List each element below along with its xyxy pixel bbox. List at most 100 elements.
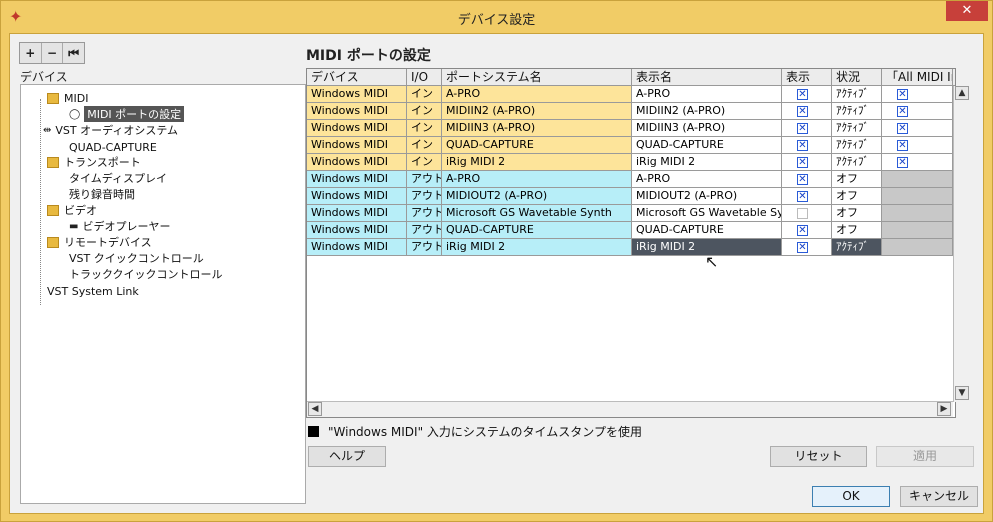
remove-device-button[interactable]: −	[42, 43, 64, 63]
table-row[interactable]: Windows MIDI アウト MIDIOUT2 (A-PRO) MIDIOUT2 …	[307, 188, 955, 205]
cell-show[interactable]: ✕	[782, 86, 832, 103]
cell-display-name[interactable]: iRig MIDI 2	[632, 154, 782, 171]
cell-show[interactable]: ✕	[782, 188, 832, 205]
cell-all-midi-in[interactable]: ✕	[882, 120, 953, 137]
tree-item-label: VST オーディオシステム	[55, 124, 179, 137]
column-show[interactable]: 表示	[782, 69, 832, 86]
cell-show[interactable]: ✕	[782, 120, 832, 137]
tree-item-time-display[interactable]: タイムディスプレイ	[69, 170, 167, 186]
cell-display-name[interactable]: QUAD-CAPTURE	[632, 222, 782, 239]
cell-show[interactable]: ✕	[782, 103, 832, 120]
column-display-name[interactable]: 表示名	[632, 69, 782, 86]
cell-show[interactable]: ✕	[782, 137, 832, 154]
cell-all-midi-in[interactable]	[882, 188, 953, 205]
tree-item-quad-capture[interactable]: QUAD-CAPTURE	[69, 139, 157, 155]
table-row[interactable]: Windows MIDI イン MIDIIN3 (A-PRO) MIDIIN3 (A-…	[307, 120, 955, 137]
checked-box-icon[interactable]: ✕	[797, 242, 808, 253]
checked-box-icon[interactable]: ✕	[797, 174, 808, 185]
cell-display-name[interactable]: MIDIIN2 (A-PRO)	[632, 103, 782, 120]
tree-item-remaining-record-time[interactable]: 残り録音時間	[69, 186, 135, 202]
cell-display-name[interactable]: QUAD-CAPTURE	[632, 137, 782, 154]
table-row[interactable]: Windows MIDI アウト Microsoft GS Wavetable Sy…	[307, 205, 955, 222]
tree-item-remote-devices[interactable]: リモートデバイス	[47, 234, 152, 250]
unchecked-box-icon[interactable]	[797, 208, 808, 219]
apply-button[interactable]: 適用	[876, 446, 974, 467]
column-io[interactable]: I/O	[407, 69, 442, 86]
tree-item-label: MIDI ポートの設定	[84, 106, 185, 122]
cell-display-name[interactable]: Microsoft GS Wavetable Synth	[632, 205, 782, 222]
tree-item-track-quick-controls[interactable]: トラッククイックコントロール	[69, 266, 223, 282]
cell-show[interactable]	[782, 205, 832, 222]
cell-display-name[interactable]: MIDIOUT2 (A-PRO)	[632, 188, 782, 205]
cell-display-name[interactable]: A-PRO	[632, 86, 782, 103]
reset-button[interactable]: リセット	[770, 446, 867, 467]
tree-item-midi-port-settings[interactable]: ◯ MIDI ポートの設定	[69, 106, 185, 122]
scroll-left-icon[interactable]: ◀	[308, 402, 322, 416]
cell-all-midi-in[interactable]	[882, 205, 953, 222]
scroll-up-icon[interactable]: ▲	[955, 86, 969, 100]
column-device[interactable]: デバイス	[307, 69, 407, 86]
checked-box-icon[interactable]: ✕	[897, 140, 908, 151]
table-row[interactable]: Windows MIDI アウト A-PRO A-PRO ✕ オフ	[307, 171, 955, 188]
tree-item-vst-quick-controls[interactable]: VST クイックコントロール	[69, 250, 204, 266]
checked-box-icon[interactable]: ✕	[797, 225, 808, 236]
title-bar[interactable]: ✦ デバイス設定 ✕	[1, 1, 992, 33]
cell-show[interactable]: ✕	[782, 222, 832, 239]
column-all-midi-in[interactable]: 「All MIDI In	[882, 69, 953, 86]
checked-box-icon[interactable]: ✕	[797, 106, 808, 117]
ok-button[interactable]: OK	[812, 486, 890, 507]
checked-box-icon[interactable]: ✕	[897, 123, 908, 134]
checked-box-icon[interactable]: ✕	[897, 106, 908, 117]
table-row[interactable]: Windows MIDI アウト iRig MIDI 2 iRig MIDI 2 ✕ ｱｸ…	[307, 239, 955, 256]
timestamp-checkbox[interactable]	[308, 426, 319, 437]
cell-all-midi-in[interactable]: ✕	[882, 86, 953, 103]
cell-all-midi-in[interactable]	[882, 222, 953, 239]
table-row[interactable]: Windows MIDI イン iRig MIDI 2 iRig MIDI 2 ✕ ｱｸﾃ…	[307, 154, 955, 171]
tree-item-transport[interactable]: トランスポート	[47, 154, 141, 170]
table-row[interactable]: Windows MIDI イン QUAD-CAPTURE QUAD-CAPTURE ✕ ｱ…	[307, 137, 955, 154]
checked-box-icon[interactable]: ✕	[897, 89, 908, 100]
cancel-button[interactable]: キャンセル	[900, 486, 978, 507]
tree-item-midi[interactable]: MIDI	[47, 90, 88, 106]
column-status[interactable]: 状況	[832, 69, 882, 86]
scroll-down-icon[interactable]: ▼	[955, 386, 969, 400]
table-row[interactable]: Windows MIDI アウト QUAD-CAPTURE QUAD-CAPTURE ✕…	[307, 222, 955, 239]
table-row[interactable]: Windows MIDI イン A-PRO A-PRO ✕ ｱｸﾃｨﾌﾞ ✕	[307, 86, 955, 103]
reset-device-button[interactable]: ⏮	[63, 43, 84, 63]
tree-item-vst-system-link[interactable]: VST System Link	[47, 283, 139, 299]
column-port-system-name[interactable]: ポートシステム名	[442, 69, 632, 86]
cell-show[interactable]: ✕	[782, 239, 832, 256]
cell-all-midi-in[interactable]: ✕	[882, 154, 953, 171]
cell-all-midi-in[interactable]: ✕	[882, 137, 953, 154]
scroll-right-icon[interactable]: ▶	[937, 402, 951, 416]
checked-box-icon[interactable]: ✕	[797, 140, 808, 151]
tree-item-label: リモートデバイス	[64, 236, 152, 249]
close-button[interactable]: ✕	[946, 1, 988, 21]
checked-box-icon[interactable]: ✕	[897, 157, 908, 168]
cell-all-midi-in[interactable]	[882, 239, 953, 256]
tree-item-video-player[interactable]: ▬ ビデオプレーヤー	[69, 218, 170, 234]
cell-all-midi-in[interactable]: ✕	[882, 103, 953, 120]
checked-box-icon[interactable]: ✕	[797, 191, 808, 202]
table-row[interactable]: Windows MIDI イン MIDIIN2 (A-PRO) MIDIIN2 (A-…	[307, 103, 955, 120]
cell-show[interactable]: ✕	[782, 171, 832, 188]
cell-display-name[interactable]: A-PRO	[632, 171, 782, 188]
cell-display-name[interactable]: MIDIIN3 (A-PRO)	[632, 120, 782, 137]
tree-item-video[interactable]: ビデオ	[47, 202, 97, 218]
horizontal-scrollbar[interactable]: ◀ ▶	[307, 401, 953, 417]
cell-port-system-name: MIDIIN3 (A-PRO)	[442, 120, 632, 137]
cell-status: ｱｸﾃｨﾌﾞ	[832, 120, 882, 137]
cell-all-midi-in[interactable]	[882, 171, 953, 188]
cell-io: イン	[407, 120, 442, 137]
checked-box-icon[interactable]: ✕	[797, 89, 808, 100]
cell-show[interactable]: ✕	[782, 154, 832, 171]
checked-box-icon[interactable]: ✕	[797, 123, 808, 134]
device-tree[interactable]: MIDI ◯ MIDI ポートの設定 ⇹ VST オーディオシステム QUAD-…	[20, 84, 306, 504]
checked-box-icon[interactable]: ✕	[797, 157, 808, 168]
tree-item-vst-audio-system[interactable]: ⇹ VST オーディオシステム	[43, 122, 178, 138]
vertical-scrollbar[interactable]: ▲ ▼	[953, 86, 969, 402]
help-button[interactable]: ヘルプ	[308, 446, 386, 467]
cell-port-system-name: iRig MIDI 2	[442, 154, 632, 171]
add-device-button[interactable]: +	[20, 43, 42, 63]
midi-port-table[interactable]: デバイス I/O ポートシステム名 表示名 表示 状況 「All MIDI In…	[306, 68, 969, 418]
